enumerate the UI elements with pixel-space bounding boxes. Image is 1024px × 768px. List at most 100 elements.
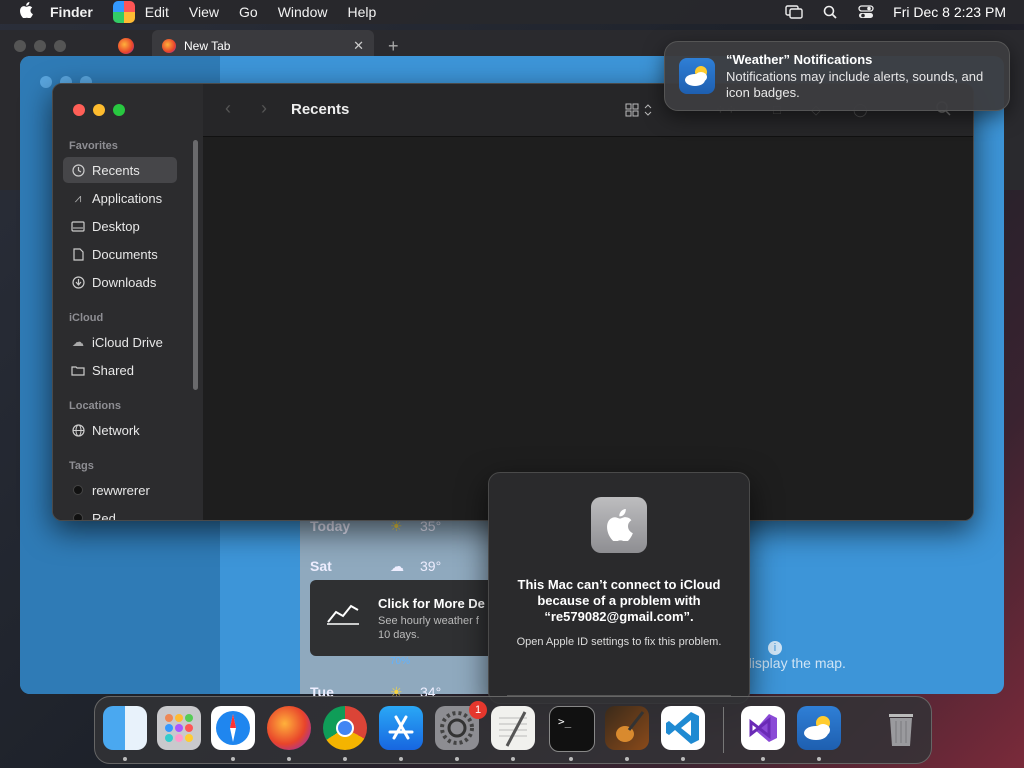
running-indicator xyxy=(817,757,821,761)
info-icon: i xyxy=(768,641,782,655)
finder-traffic-lights xyxy=(73,104,125,116)
menu-app-name[interactable]: Finder xyxy=(50,4,93,20)
sidebar-item-recents[interactable]: Recents xyxy=(63,157,177,183)
desktop-icon xyxy=(71,219,85,233)
notification-badge: 1 xyxy=(469,701,487,719)
sidebar-item-label: Downloads xyxy=(92,274,157,290)
running-indicator xyxy=(511,757,515,761)
running-indicator xyxy=(625,757,629,761)
dock-textedit-icon[interactable] xyxy=(491,706,535,750)
screen-mirroring-icon[interactable] xyxy=(785,5,803,19)
sidebar-item-documents[interactable]: Documents xyxy=(63,241,177,267)
close-tab-icon[interactable]: ✕ xyxy=(353,38,364,54)
forecast-day: Sat xyxy=(310,558,332,574)
dock-launchpad-icon[interactable] xyxy=(157,706,201,750)
close-window-button[interactable] xyxy=(73,104,85,116)
forward-chevron-icon[interactable]: › xyxy=(261,98,267,119)
apple-menu-icon[interactable] xyxy=(16,1,36,23)
menu-edit[interactable]: Edit xyxy=(145,4,169,20)
forecast-temp: 39° xyxy=(420,558,442,574)
spotlight-search-icon[interactable] xyxy=(821,5,839,19)
sidebar-item-label: Shared xyxy=(92,362,134,378)
firefox-icon[interactable] xyxy=(118,38,134,54)
dock: 1 >_ xyxy=(94,696,932,764)
dock-weather-icon[interactable] xyxy=(797,706,841,750)
applications-icon: ⩘ xyxy=(74,190,82,205)
running-indicator xyxy=(231,757,235,761)
section-tags: Tags xyxy=(69,460,94,472)
dock-app-store-icon[interactable] xyxy=(379,706,423,750)
alert-subtext: Open Apple ID settings to fix this probl… xyxy=(516,636,722,648)
clock-icon xyxy=(71,163,85,177)
more-details-body: See hourly weather f 10 days. xyxy=(378,615,479,641)
sidebar-item-applications[interactable]: ⩘ Applications xyxy=(63,185,177,211)
map-info: i display the map. xyxy=(744,638,846,671)
finder-window-title: Recents xyxy=(291,101,350,118)
dock-visual-studio-icon[interactable] xyxy=(741,706,785,750)
new-tab-button[interactable]: + xyxy=(388,36,399,57)
sidebar-item-icloud-drive[interactable]: ☁ iCloud Drive xyxy=(63,329,177,355)
sidebar-item-network[interactable]: Network xyxy=(63,417,177,443)
notification-body: Notifications may include alerts, sounds… xyxy=(726,69,984,100)
dock-chrome-icon[interactable] xyxy=(323,706,367,750)
dock-vscode-icon[interactable] xyxy=(661,706,705,750)
sidebar-item-desktop[interactable]: Desktop xyxy=(63,213,177,239)
running-indicator xyxy=(681,757,685,761)
section-icloud: iCloud xyxy=(69,312,104,324)
more-details-card[interactable]: Click for More De See hourly weather f 1… xyxy=(310,580,505,656)
menu-view[interactable]: View xyxy=(189,4,219,20)
sidebar-item-label: Applications xyxy=(92,190,163,206)
menu-window[interactable]: Window xyxy=(278,4,328,20)
running-indicator xyxy=(287,757,291,761)
notification-title: “Weather” Notifications xyxy=(726,52,873,67)
cloud-icon: ☁ xyxy=(390,558,404,574)
browser-traffic-lights xyxy=(14,40,66,52)
running-indicator xyxy=(569,757,573,761)
sidebar-item-downloads[interactable]: Downloads xyxy=(63,269,177,295)
dock-safari-icon[interactable] xyxy=(211,706,255,750)
sidebar-scrollbar[interactable] xyxy=(193,140,198,390)
menu-help[interactable]: Help xyxy=(347,4,376,20)
weather-notification[interactable]: “Weather” Notifications Notifications ma… xyxy=(664,41,1010,111)
menu-clock[interactable]: Fri Dec 8 2:23 PM xyxy=(893,4,1006,20)
finder-window: Favorites Recents ⩘ Applications Desktop… xyxy=(52,83,974,521)
dock-terminal-icon[interactable]: >_ xyxy=(549,706,595,752)
back-chevron-icon[interactable]: ‹ xyxy=(225,98,231,119)
running-indicator xyxy=(455,757,459,761)
active-app-icon[interactable] xyxy=(112,1,135,23)
running-indicator xyxy=(761,757,765,761)
dock-trash-icon[interactable] xyxy=(879,706,923,750)
firefox-tab-icon xyxy=(162,39,176,53)
sidebar-item-tag-red[interactable]: Red xyxy=(63,505,177,521)
more-details-title: Click for More De xyxy=(378,596,485,611)
sidebar-item-label: Red xyxy=(92,510,116,521)
sidebar-item-label: Desktop xyxy=(92,218,140,234)
dock-garageband-icon[interactable] xyxy=(605,706,649,750)
dock-separator xyxy=(723,707,724,753)
finder-sidebar: Favorites Recents ⩘ Applications Desktop… xyxy=(53,84,203,520)
sidebar-item-label: iCloud Drive xyxy=(92,334,163,350)
icloud-alert-dialog: This Mac can’t connect to iCloud because… xyxy=(488,472,750,704)
section-favorites: Favorites xyxy=(69,140,118,152)
browser-tab-title: New Tab xyxy=(184,39,231,53)
tag-dot-icon xyxy=(71,483,85,497)
sidebar-item-label: Network xyxy=(92,422,140,438)
dock-finder-icon[interactable] xyxy=(103,706,147,750)
map-info-text: display the map. xyxy=(744,655,846,671)
control-center-icon[interactable] xyxy=(857,5,875,19)
download-icon xyxy=(71,275,85,289)
minimize-window-button[interactable] xyxy=(93,104,105,116)
sidebar-item-tag[interactable]: rewwrerer xyxy=(63,477,177,503)
forecast-row: Sat ☁ 39° xyxy=(310,558,485,575)
zoom-window-button[interactable] xyxy=(113,104,125,116)
dock-firefox-icon[interactable] xyxy=(267,706,311,750)
precip-percent: 70% xyxy=(390,656,411,667)
shared-folder-icon xyxy=(71,363,85,377)
document-icon xyxy=(71,247,85,261)
finder-content-area[interactable] xyxy=(203,137,973,520)
view-mode-icon[interactable] xyxy=(625,102,657,118)
running-indicator xyxy=(343,757,347,761)
sidebar-item-label: Recents xyxy=(92,162,140,178)
sidebar-item-shared[interactable]: Shared xyxy=(63,357,177,383)
menu-go[interactable]: Go xyxy=(239,4,258,20)
